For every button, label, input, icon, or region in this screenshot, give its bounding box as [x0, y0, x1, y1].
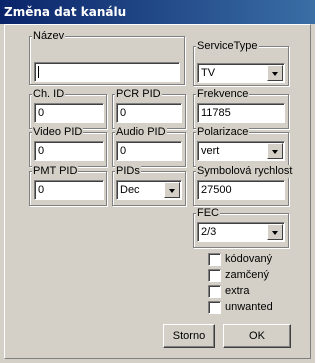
checkbox-unwanted[interactable]	[208, 301, 221, 314]
symbol-rate-input[interactable]: 27500	[197, 180, 285, 200]
pmt-pid-input[interactable]: 0	[34, 180, 104, 200]
checkbox-unwanted-row[interactable]: unwanted	[208, 301, 273, 314]
label-service-type: ServiceType	[196, 40, 259, 53]
pids-select[interactable]: Dec	[116, 180, 182, 200]
chevron-down-icon[interactable]	[267, 143, 283, 159]
label-frekvence: Frekvence	[196, 88, 250, 101]
chevron-down-icon[interactable]	[164, 182, 180, 198]
polarizace-value: vert	[201, 145, 220, 157]
pcr-pid-input[interactable]: 0	[116, 103, 182, 123]
cancel-button[interactable]: Storno	[163, 324, 215, 348]
window-title[interactable]: Změna dat kanálu	[0, 0, 315, 24]
chevron-down-icon[interactable]	[267, 65, 283, 81]
label-pids: PIDs	[115, 165, 141, 178]
service-type-value: TV	[201, 67, 216, 79]
label-pcr-pid: PCR PID	[115, 88, 162, 101]
pids-value: Dec	[120, 184, 140, 196]
fec-value: 2/3	[201, 226, 217, 238]
polarizace-select[interactable]: vert	[197, 141, 285, 161]
label-symbol-rate: Symbolová rychlost	[196, 165, 294, 178]
checkbox-zamceny-row[interactable]: zamčený	[208, 269, 269, 282]
chevron-down-icon[interactable]	[267, 224, 283, 240]
label-nazev: Název	[32, 30, 66, 43]
checkbox-kodovany-row[interactable]: kódovaný	[208, 253, 272, 266]
label-polarizace: Polarizace	[196, 126, 250, 139]
label-ch-id: Ch. ID	[32, 88, 66, 101]
service-type-select[interactable]: TV	[197, 63, 285, 83]
checkbox-extra-row[interactable]: extra	[208, 285, 249, 298]
checkbox-extra[interactable]	[208, 285, 221, 298]
label-video-pid: Video PID	[32, 126, 84, 139]
label-fec: FEC	[196, 207, 220, 220]
label-audio-pid: Audio PID	[115, 126, 167, 139]
checkbox-zamceny[interactable]	[208, 269, 221, 282]
audio-pid-input[interactable]: 0	[116, 141, 182, 161]
ch-id-input[interactable]: 0	[34, 103, 104, 123]
fec-select[interactable]: 2/3	[197, 222, 285, 242]
label-pmt-pid: PMT PID	[32, 165, 79, 178]
dialog-window: Změna dat kanálu Název ServiceType TV Ch…	[0, 0, 315, 363]
frekvence-input[interactable]: 11785	[197, 103, 285, 123]
video-pid-input[interactable]: 0	[34, 141, 104, 161]
nazev-input[interactable]	[34, 62, 180, 82]
ok-button[interactable]: OK	[223, 324, 291, 348]
checkbox-kodovany[interactable]	[208, 253, 221, 266]
text-caret	[38, 66, 39, 78]
